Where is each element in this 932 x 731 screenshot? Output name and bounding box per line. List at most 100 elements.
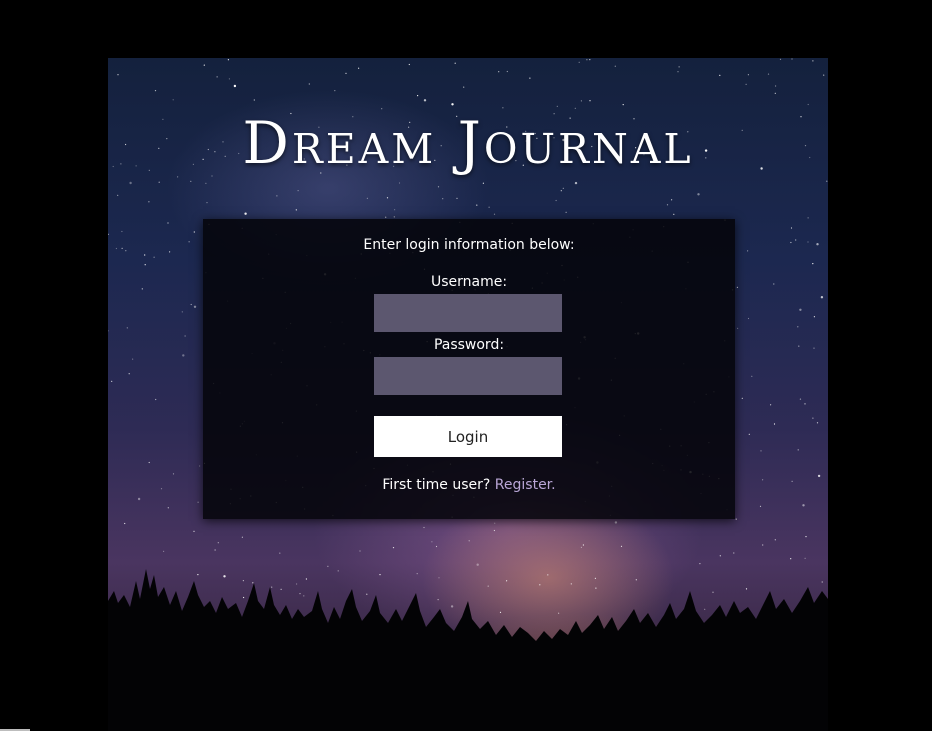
star [622, 104, 624, 106]
star [297, 190, 299, 192]
star [820, 296, 824, 299]
star [132, 358, 134, 360]
star [493, 213, 496, 215]
register-link[interactable]: Register. [495, 477, 556, 493]
star [193, 305, 197, 308]
star [799, 308, 802, 311]
star [437, 186, 440, 188]
username-label: Username: [430, 274, 508, 290]
star [177, 176, 179, 178]
star [817, 474, 821, 478]
star [214, 549, 216, 551]
star [190, 303, 192, 306]
star [807, 103, 809, 106]
star [398, 182, 401, 184]
star [124, 522, 126, 525]
star [529, 77, 531, 79]
star [366, 197, 368, 199]
star [620, 545, 623, 547]
star [556, 105, 558, 107]
star [144, 254, 146, 256]
star [736, 286, 739, 288]
star [565, 211, 567, 213]
star [791, 58, 793, 60]
star [129, 181, 132, 185]
star [773, 283, 775, 285]
star [614, 521, 618, 524]
star [812, 417, 814, 419]
star [678, 66, 680, 68]
star [182, 354, 185, 357]
star [128, 373, 130, 375]
star [394, 209, 396, 211]
star [779, 58, 782, 60]
star [697, 193, 700, 196]
star [735, 518, 737, 520]
star [741, 397, 743, 399]
star [308, 83, 310, 85]
star [241, 536, 243, 538]
star [589, 59, 591, 61]
star [767, 73, 770, 75]
star [790, 227, 793, 229]
star [121, 247, 123, 249]
star [121, 230, 123, 233]
star [276, 195, 278, 197]
star [614, 65, 616, 67]
star [423, 526, 425, 529]
star [160, 488, 163, 490]
star [745, 83, 747, 85]
password-input[interactable] [374, 357, 562, 395]
star [804, 557, 806, 559]
star [423, 99, 427, 102]
star [774, 539, 776, 541]
star [816, 243, 819, 246]
star [148, 201, 150, 203]
star [216, 76, 218, 78]
star [190, 180, 192, 182]
star [774, 92, 776, 94]
register-line: First time user? Register. [203, 477, 735, 493]
star [494, 522, 496, 524]
star [804, 403, 806, 405]
star [108, 330, 109, 332]
star [802, 504, 805, 507]
star [574, 181, 578, 185]
star [392, 547, 395, 549]
star [358, 67, 360, 69]
star [580, 546, 582, 548]
star [167, 222, 169, 224]
star [417, 95, 419, 97]
star [345, 72, 347, 74]
star [582, 544, 584, 546]
username-input[interactable] [374, 294, 562, 332]
star [206, 202, 208, 204]
star [760, 450, 762, 452]
login-button[interactable]: Login [374, 416, 562, 457]
star [498, 71, 500, 73]
star [770, 404, 772, 406]
star [666, 204, 669, 206]
star [115, 247, 117, 250]
star [454, 62, 456, 64]
star [199, 465, 201, 467]
star [244, 212, 247, 215]
star [197, 501, 199, 503]
star [805, 536, 807, 538]
star [773, 423, 776, 425]
star [155, 398, 157, 401]
star [747, 250, 749, 252]
star [812, 263, 814, 265]
star [188, 241, 190, 243]
star [790, 241, 792, 244]
star [555, 199, 557, 202]
star [172, 473, 175, 475]
star [158, 181, 160, 183]
star [144, 264, 146, 266]
star [184, 335, 186, 337]
star [762, 544, 764, 546]
star [586, 59, 588, 61]
star [233, 84, 237, 88]
star [111, 380, 113, 382]
star [205, 182, 207, 184]
